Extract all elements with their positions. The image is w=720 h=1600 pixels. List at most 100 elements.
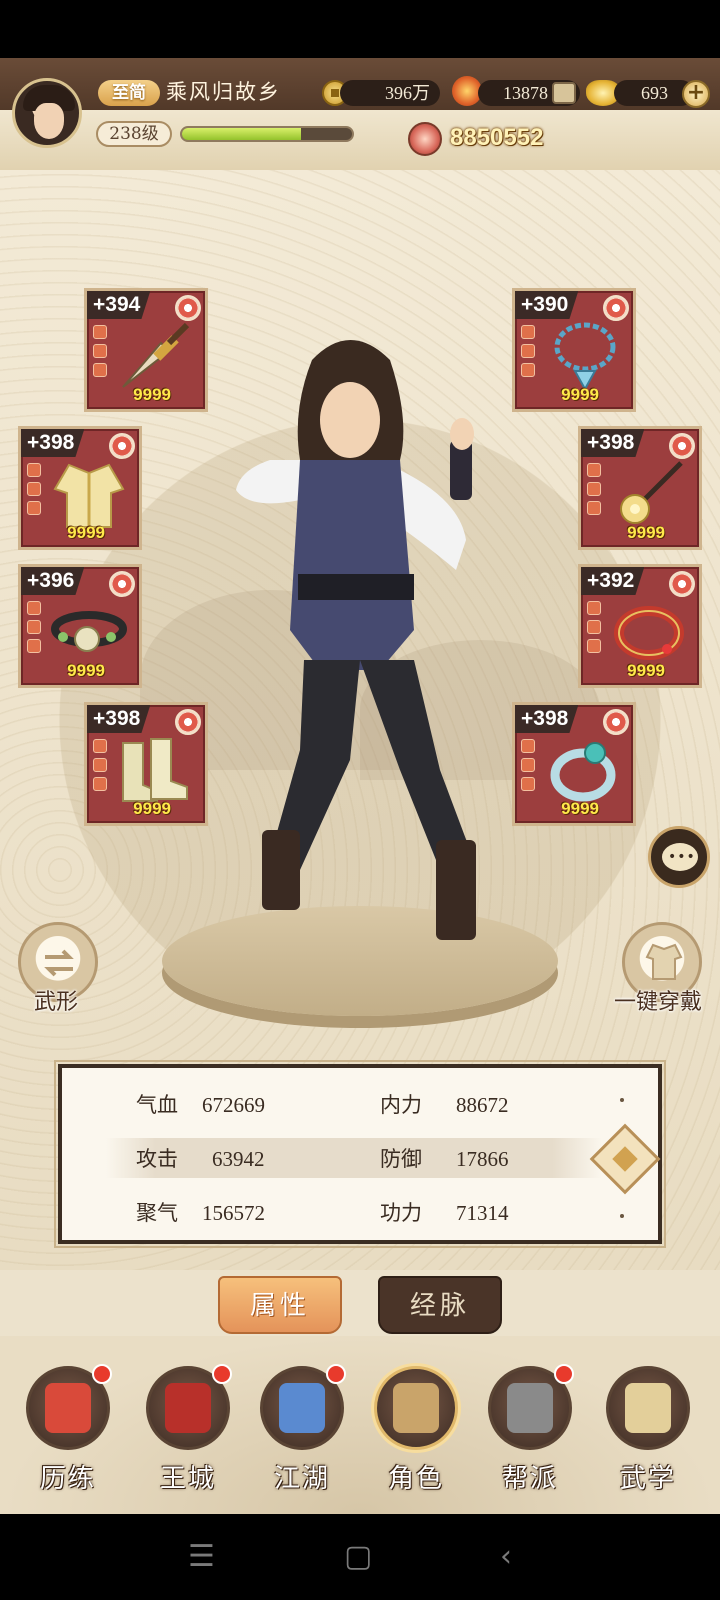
nav-item-royal-city[interactable]: 王城	[140, 1364, 236, 1506]
equip-level: +398	[87, 705, 151, 733]
stat-qixue-value: 672669	[202, 1093, 265, 1117]
stat-qixue-label: 气血	[136, 1093, 178, 1117]
system-nav-bar: ☰ ▢ ‹	[0, 1514, 720, 1600]
bracelet-icon	[614, 606, 684, 660]
boots-icon	[122, 738, 188, 802]
stat-gongji-value: 63942	[212, 1147, 265, 1171]
gem-slots	[93, 739, 109, 796]
notification-dot	[326, 1364, 346, 1384]
equip-quantity: 9999	[67, 661, 105, 680]
vip-badge: 至简	[98, 80, 160, 106]
nav-item-martial-arts[interactable]: 武学	[600, 1366, 696, 1506]
scroll-icon	[606, 1366, 690, 1450]
chat-dots: •••	[668, 849, 696, 865]
stat-neili-value: 88672	[456, 1093, 509, 1117]
scroll-dot	[620, 1098, 624, 1102]
gem-slots	[521, 739, 537, 796]
belt-icon	[51, 611, 127, 652]
menu-icon[interactable]: ☰	[188, 1542, 215, 1572]
nav-label: 王城	[159, 1464, 216, 1494]
nav-item-jianghu[interactable]: 江湖	[254, 1364, 350, 1506]
character-icon	[374, 1366, 458, 1450]
dagger-icon	[122, 322, 190, 388]
scroll-dot	[620, 1214, 624, 1218]
equip-slot-belt[interactable]: +396 9999	[18, 564, 142, 688]
nav-label: 帮派	[501, 1464, 558, 1494]
game-screen: 至简 乘风归故乡 238级 396万 13878 693 + 8850552 +…	[0, 0, 720, 1600]
gem-slots	[27, 601, 43, 658]
stats-panel: 气血 672669 内力 88672 攻击 63942 防御 17866 聚气 …	[54, 1060, 666, 1248]
bottom-nav: 历练 王城 江湖 角色 帮派 武学	[0, 1336, 720, 1514]
combat-power-icon	[408, 122, 442, 156]
add-gold-button[interactable]: +	[682, 80, 710, 108]
equip-quantity: 9999	[67, 523, 105, 542]
equip-level: +394	[87, 291, 151, 319]
equip-level: +392	[581, 567, 645, 595]
home-icon[interactable]: ▢	[344, 1542, 372, 1572]
star-icon	[175, 295, 201, 321]
stat-neili-label: 内力	[380, 1093, 422, 1117]
star-icon	[669, 433, 695, 459]
stat-row-highlight	[106, 1138, 602, 1178]
stat-gongli-label: 功力	[380, 1201, 422, 1225]
nav-label: 历练	[39, 1464, 96, 1494]
necklace-icon	[554, 322, 616, 391]
back-icon[interactable]: ‹	[500, 1542, 512, 1572]
player-name: 乘风归故乡	[166, 80, 281, 104]
gem-slots	[521, 325, 537, 382]
nav-item-character[interactable]: 角色	[368, 1366, 464, 1506]
equip-quantity: 9999	[627, 523, 665, 542]
nav-label: 角色	[387, 1464, 444, 1494]
star-icon	[669, 571, 695, 597]
star-icon	[109, 571, 135, 597]
ring-icon	[550, 742, 616, 802]
armor-icon	[645, 943, 683, 980]
equip-quantity: 9999	[627, 661, 665, 680]
nav-item-training[interactable]: 历练	[20, 1364, 116, 1506]
exp-bar-fill	[182, 128, 301, 140]
nav-item-guild[interactable]: 帮派	[482, 1364, 578, 1506]
star-icon	[175, 709, 201, 735]
character-figure[interactable]	[200, 330, 510, 970]
stat-juqi-label: 聚气	[136, 1201, 178, 1225]
equip-slot-bracelet[interactable]: +392 9999	[578, 564, 702, 688]
equip-slot-boots[interactable]: +398 9999	[84, 702, 208, 826]
stat-fangyu-value: 17866	[456, 1147, 509, 1171]
equip-quantity: 9999	[133, 799, 171, 818]
equip-level: +398	[581, 429, 645, 457]
equip-level: +398	[21, 429, 85, 457]
coins-amount: 396万	[340, 80, 440, 106]
notification-dot	[554, 1364, 574, 1384]
tab-meridians[interactable]: 经脉	[378, 1276, 502, 1334]
chat-button[interactable]: •••	[648, 826, 710, 888]
equip-level: +396	[21, 567, 85, 595]
wuxing-label: 武形	[34, 990, 79, 1015]
status-bar	[0, 0, 720, 58]
player-level: 238级	[96, 121, 172, 147]
star-icon	[603, 709, 629, 735]
scroll-up-button[interactable]	[589, 1123, 661, 1195]
combat-power-value: 8850552	[450, 124, 544, 151]
equip-level: +398	[515, 705, 579, 733]
equip-slot-hairpin[interactable]: +398 9999	[578, 426, 702, 550]
stat-fangyu-label: 防御	[380, 1147, 422, 1171]
equip-quantity: 9999	[133, 385, 171, 404]
pack-icon[interactable]	[552, 82, 576, 104]
stat-gongli-value: 71314	[456, 1201, 509, 1225]
equip-slot-ring[interactable]: +398 9999	[512, 702, 636, 826]
stat-gongji-label: 攻击	[136, 1147, 178, 1171]
equip-slot-armor[interactable]: +398 9999	[18, 426, 142, 550]
equip-slot-necklace[interactable]: +390 9999	[512, 288, 636, 412]
one-key-equip-label: 一键穿戴	[614, 990, 703, 1015]
nav-label: 江湖	[273, 1464, 330, 1494]
player-avatar[interactable]	[12, 78, 82, 148]
tab-attributes[interactable]: 属性	[218, 1276, 342, 1334]
equip-quantity: 9999	[561, 385, 599, 404]
equip-slot-weapon[interactable]: +394 9999	[84, 288, 208, 412]
gem-slots	[587, 463, 603, 520]
avatar-face	[34, 103, 64, 139]
notification-dot	[92, 1364, 112, 1384]
hairpin-icon	[620, 461, 683, 524]
nav-label: 武学	[619, 1464, 676, 1494]
notification-dot	[212, 1364, 232, 1384]
